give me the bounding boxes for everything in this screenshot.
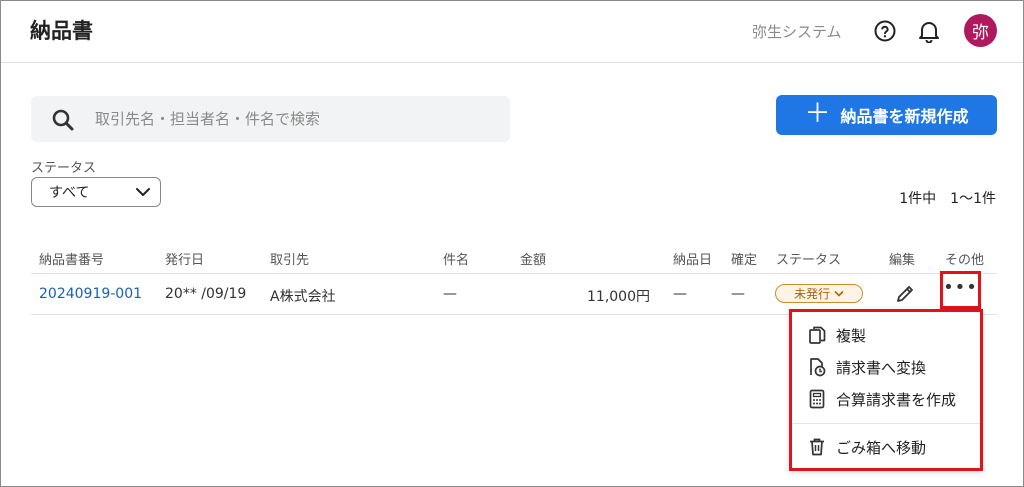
cell-subject: — — [443, 286, 457, 302]
chevron-down-icon — [834, 290, 844, 297]
more-options-button[interactable]: ••• — [940, 271, 981, 309]
status-filter-label: ステータス — [31, 161, 97, 176]
menu-item-label: 複製 — [836, 326, 867, 345]
menu-item-combined-invoice[interactable]: 合算請求書を作成 — [808, 387, 956, 411]
plus-icon: ＋ — [804, 99, 831, 129]
edit-pencil-icon[interactable] — [894, 283, 916, 309]
column-header-delivery-date: 納品日 — [673, 253, 713, 268]
cell-client: A株式会社 — [270, 289, 336, 305]
calculator-icon — [809, 389, 825, 409]
cell-amount: 11,000円 — [587, 289, 650, 305]
menu-divider — [792, 423, 980, 424]
avatar[interactable]: 弥 — [964, 14, 997, 47]
org-name[interactable]: 弥生システム — [752, 21, 842, 42]
status-badge[interactable]: 未発行 — [775, 284, 863, 303]
column-header-number: 納品書番号 — [39, 253, 105, 268]
table-header-divider — [31, 273, 997, 274]
menu-item-move-to-trash[interactable]: ごみ箱へ移動 — [808, 435, 926, 459]
status-filter-select[interactable]: すべて — [31, 177, 161, 207]
copy-icon — [809, 326, 826, 344]
row-context-menu: 複製 請求書へ変換 合算請求書を作成 ごみ箱へ移動 — [789, 309, 983, 471]
menu-item-convert-invoice[interactable]: 請求書へ変換 — [808, 355, 926, 379]
column-header-issue-date: 発行日 — [165, 253, 205, 268]
search-icon — [51, 108, 75, 136]
column-header-subject: 件名 — [443, 253, 470, 268]
status-badge-label: 未発行 — [793, 287, 830, 301]
column-header-amount: 金額 — [520, 253, 547, 268]
create-button-label: 納品書を新規作成 — [840, 107, 969, 126]
column-header-confirmed: 確定 — [731, 253, 758, 268]
cell-issue-date: 20** /09/19 — [165, 286, 247, 302]
create-delivery-note-button[interactable]: ＋ 納品書を新規作成 — [776, 95, 997, 135]
page-title: 納品書 — [30, 19, 93, 43]
trash-icon — [810, 438, 824, 456]
menu-item-label: ごみ箱へ移動 — [836, 438, 927, 457]
app-header: 納品書 弥生システム 弥 — [1, 1, 1023, 63]
help-icon[interactable] — [872, 18, 898, 44]
menu-item-label: 合算請求書を作成 — [836, 390, 957, 409]
more-options-icon: ••• — [943, 276, 978, 298]
convert-invoice-icon — [810, 358, 826, 377]
delivery-note-number-link[interactable]: 20240919-001 — [39, 286, 142, 302]
column-header-other: その他 — [945, 253, 985, 268]
search-box — [31, 96, 510, 142]
cell-confirmed: — — [731, 286, 745, 302]
column-header-status: ステータス — [776, 253, 842, 268]
menu-item-label: 請求書へ変換 — [836, 358, 927, 377]
menu-item-duplicate[interactable]: 複製 — [808, 323, 866, 347]
chevron-down-icon — [135, 186, 151, 202]
search-input[interactable] — [95, 96, 495, 142]
result-count: 1件中 1〜1件 — [899, 191, 996, 207]
cell-delivery-date: — — [673, 286, 687, 302]
column-header-client: 取引先 — [270, 253, 310, 268]
column-header-edit: 編集 — [889, 253, 916, 268]
notification-bell-icon[interactable] — [916, 18, 942, 44]
status-filter-value: すべて — [49, 185, 90, 201]
